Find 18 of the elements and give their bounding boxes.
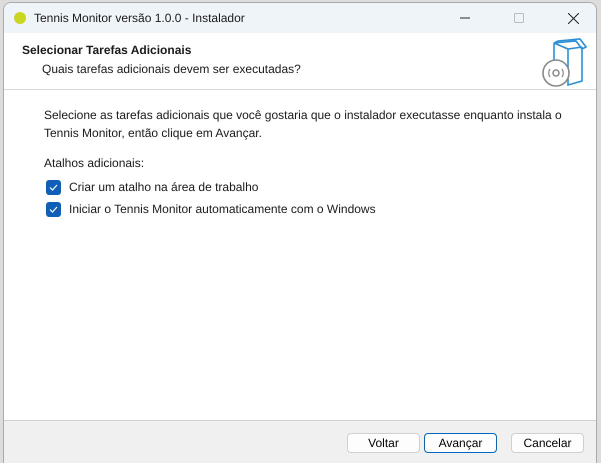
check-icon [49,184,58,190]
check-icon [49,206,58,212]
checkbox-label: Iniciar o Tennis Monitor automaticamente com o Windows [69,202,376,216]
window-title: Tennis Monitor versão 1.0.0 - Instalador [34,11,246,25]
page-subtitle: Quais tarefas adicionais devem ser executadas? [41,62,301,76]
ball-icon [14,12,26,24]
wizard-button[interactable]: Cancelar [511,432,584,452]
description-text: Selecione as tarefas adicionais que você gostaria que o instalador executasse enquanto instala o Tennis Monitor, então clique em Avançar. [44,107,563,142]
wizard-button[interactable]: Voltar [347,432,420,452]
checkbox-label: Criar um atalho na área de trabalho [69,180,258,194]
close-icon [568,12,578,24]
wizard-button[interactable]: Avançar [424,432,497,452]
group-label: Atalhos adicionais: [44,156,146,170]
checkbox[interactable] [46,180,61,194]
page-title: Selecionar Tarefas Adicionais [22,43,192,57]
checkbox[interactable] [46,202,61,216]
software-box-icon [542,37,588,87]
maximize-icon [514,13,524,23]
